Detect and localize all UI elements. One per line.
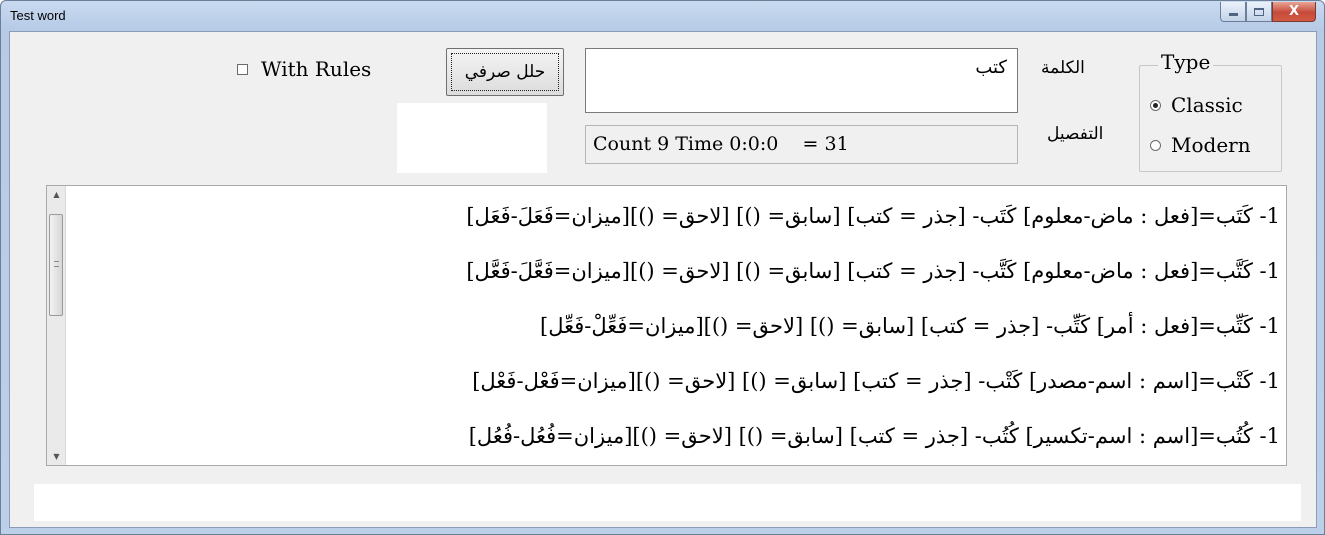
maximize-icon — [1254, 7, 1264, 16]
scroll-grip-icon — [54, 261, 59, 267]
minimize-button[interactable] — [1220, 2, 1246, 22]
results-lines: 1- كَتَب=[فعل : ماض-معلوم] كَتَب- [جذر =… — [75, 189, 1280, 464]
details-field: Count 9 Time 0:0:0 = 31 — [585, 125, 1018, 164]
word-label: الكلمة — [1041, 58, 1085, 78]
result-line[interactable]: 1- كَتِّب=[فعل : أمر] كَتِّب- [جذر = كتب… — [75, 299, 1280, 354]
close-button[interactable]: X — [1272, 2, 1316, 22]
scroll-down-arrow-icon[interactable]: ▼ — [47, 448, 66, 465]
details-label: التفصيل — [1047, 124, 1104, 144]
result-line[interactable]: 1- كَتَب=[فعل : ماض-معلوم] كَتَب- [جذر =… — [75, 189, 1280, 244]
type-group-legend: Type — [1158, 50, 1214, 74]
radio-classic-label: Classic — [1171, 93, 1243, 117]
close-icon: X — [1288, 4, 1300, 19]
minimize-icon — [1228, 13, 1238, 16]
results-listbox[interactable]: ▲ ▼ 1- كَتَب=[فعل : ماض-معلوم] كَتَب- [ج… — [46, 185, 1287, 466]
scroll-thumb[interactable] — [49, 214, 63, 316]
title-bar[interactable]: Test word X — [1, 1, 1324, 31]
with-rules-label: With Rules — [261, 57, 372, 81]
radio-classic-indicator[interactable] — [1150, 99, 1161, 111]
analyze-button[interactable]: حلل صرفي — [446, 48, 564, 96]
caption-buttons: X — [1220, 2, 1316, 22]
radio-modern[interactable]: Modern — [1150, 133, 1251, 157]
vertical-scrollbar[interactable]: ▲ ▼ — [47, 186, 66, 465]
result-line[interactable]: 1- كَتَّب=[فعل : ماض-معلوم] كَتَّب- [جذر… — [75, 244, 1280, 299]
result-line[interactable]: 1- كُتُب=[اسم : اسم-تكسير] كُتُب- [جذر =… — [75, 409, 1280, 464]
app-window: Test word X Type Classic Modern الكلمة ا — [0, 0, 1325, 535]
bottom-blank-strip — [34, 484, 1301, 521]
scroll-up-arrow-icon[interactable]: ▲ — [47, 186, 66, 203]
maximize-button[interactable] — [1246, 2, 1272, 22]
radio-modern-indicator[interactable] — [1150, 139, 1161, 151]
analyze-button-label: حلل صرفي — [451, 53, 559, 91]
radio-modern-label: Modern — [1171, 133, 1251, 157]
with-rules-checkbox-box[interactable] — [237, 63, 248, 75]
radio-classic[interactable]: Classic — [1150, 93, 1243, 117]
window-title: Test word — [10, 8, 66, 23]
form-client-area: Type Classic Modern الكلمة التفصيل كتب C… — [9, 31, 1317, 528]
word-input[interactable]: كتب — [585, 48, 1018, 113]
result-line[interactable]: 1- كَتْب=[اسم : اسم-مصدر] كَتْب- [جذر = … — [75, 354, 1280, 409]
with-rules-checkbox[interactable]: With Rules — [237, 57, 371, 81]
blank-panel — [397, 103, 547, 173]
